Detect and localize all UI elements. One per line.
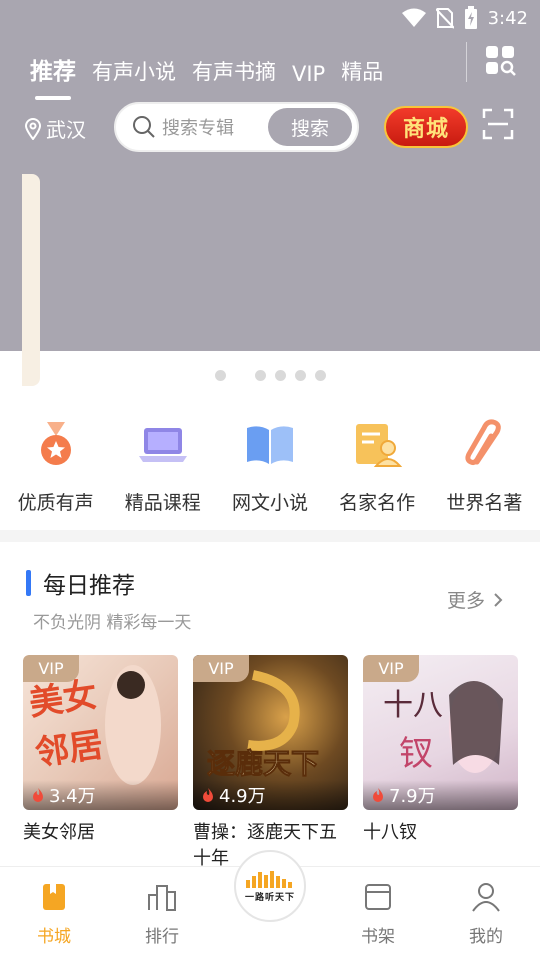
book-cover[interactable]: 美女 邻居 VIP 3.4万 [23,655,178,810]
more-label: 更多 [447,590,486,612]
nav-label: 排行 [145,927,179,947]
book-cover[interactable]: 十八 钗 VIP 7.9万 [363,655,518,810]
carousel-dot [294,370,306,381]
clip-icon [465,419,502,465]
laptop-icon [138,428,187,462]
carousel-dot [214,370,226,381]
category-label: 优质有声 [17,492,94,514]
svg-text:十八: 十八 [383,688,443,723]
carousel-indicator [0,370,540,381]
tab-audio-digest[interactable]: 有声书摘 [190,54,278,88]
user-icon [472,883,500,912]
section-accent-bar [26,570,31,596]
more-link[interactable]: 更多 [447,586,503,613]
svg-text:邻居: 邻居 [33,725,106,774]
ranking-icon [148,885,176,911]
play-count-value: 4.9万 [219,786,266,807]
play-count: 7.9万 [363,780,518,810]
book-card[interactable]: 逐鹿天下 VIP 4.9万 曹操：逐鹿天下五十年 [193,655,348,872]
bookstore-icon [43,884,65,910]
vip-badge: VIP [193,655,249,682]
carousel-dot [314,370,326,381]
medal-icon [40,422,71,465]
book-title[interactable]: 美女邻居 [23,820,178,846]
battery-icon [464,6,477,29]
status-icons: 3:42 [401,6,528,30]
chevron-right-icon [494,592,503,607]
tab-vip[interactable]: VIP [290,60,327,88]
svg-text:逐鹿天下: 逐鹿天下 [207,747,319,780]
fire-icon [203,788,213,802]
svg-text:美女: 美女 [27,675,100,724]
book-icon [246,426,293,464]
category-web-novel[interactable]: 网文小说 [217,418,322,515]
carousel-dot [254,370,266,381]
book-title[interactable]: 十八钗 [363,820,518,846]
search-button[interactable]: 搜索 [268,108,352,146]
play-count: 4.9万 [193,780,348,810]
category-row: 优质有声 精品课程 网文小说 名家名作 世界名著 [0,418,540,515]
tab-recommend[interactable]: 推荐 [28,50,78,88]
book-card[interactable]: 十八 钗 VIP 7.9万 十八钗 [363,655,518,872]
tab-bar: 推荐 有声小说 有声书摘 VIP 精品 [28,50,385,88]
no-sim-icon [435,8,454,29]
nav-bookshelf[interactable]: 书架 [324,867,432,960]
sound-wave-icon [246,870,292,888]
location-label: 武汉 [46,118,86,142]
status-time: 3:42 [487,7,528,29]
tab-divider [466,42,467,82]
nav-bookstore[interactable]: 书城 [0,867,108,960]
category-courses[interactable]: 精品课程 [110,418,215,515]
category-label: 精品课程 [124,492,201,514]
nav-ranking[interactable]: 排行 [108,867,216,960]
book-list: 美女 邻居 VIP 3.4万 美女邻居 逐鹿天下 VIP 4.9万 曹操：逐鹿天… [23,655,518,872]
location-pin-icon [24,117,42,140]
center-logo-text: 一路听天下 [244,892,295,903]
tab-premium[interactable]: 精品 [339,54,385,88]
category-label: 世界名著 [446,492,523,514]
nav-profile[interactable]: 我的 [432,867,540,960]
category-label: 名家名作 [339,492,416,514]
search-icon [133,116,155,138]
author-icon [356,424,403,467]
mall-button[interactable]: 商城 [384,106,468,148]
section-title: 每日推荐 [43,573,135,599]
play-count-value: 7.9万 [389,786,436,807]
daily-section-header: 每日推荐 [26,566,135,600]
section-separator [0,530,540,542]
search-input[interactable]: 搜索专辑 [162,114,268,140]
category-quality-audio[interactable]: 优质有声 [3,418,108,515]
search-bar[interactable]: 搜索专辑 搜索 [114,102,359,152]
scan-icon[interactable] [482,108,514,140]
section-subtitle: 不负光阴 精彩每一天 [33,613,192,633]
nav-label: 我的 [469,927,503,947]
header-area: 推荐 有声小说 有声书摘 VIP 精品 武汉 搜索专辑 搜索 商城 [0,36,540,351]
tab-audio-novel[interactable]: 有声小说 [90,54,178,88]
carousel-dot [274,370,286,381]
nav-label: 书架 [361,927,395,947]
bookshelf-icon [365,884,391,910]
banner-carousel-edge[interactable] [22,174,40,386]
category-label: 网文小说 [231,492,308,514]
book-card[interactable]: 美女 邻居 VIP 3.4万 美女邻居 [23,655,178,872]
play-count: 3.4万 [23,780,178,810]
play-count-value: 3.4万 [49,786,96,807]
fire-icon [373,788,383,802]
category-famous-works[interactable]: 名家名作 [325,418,430,515]
location-selector[interactable]: 武汉 [24,114,86,143]
wifi-icon [401,8,426,27]
svg-text:钗: 钗 [399,734,433,774]
nav-label: 书城 [37,927,71,947]
status-bar: 3:42 [0,0,540,36]
vip-badge: VIP [23,655,79,682]
center-logo-button[interactable]: 一路听天下 [234,850,306,922]
fire-icon [33,788,43,802]
book-cover[interactable]: 逐鹿天下 VIP 4.9万 [193,655,348,810]
category-grid-icon[interactable] [484,44,516,76]
vip-badge: VIP [363,655,419,682]
category-world-classics[interactable]: 世界名著 [432,418,537,515]
